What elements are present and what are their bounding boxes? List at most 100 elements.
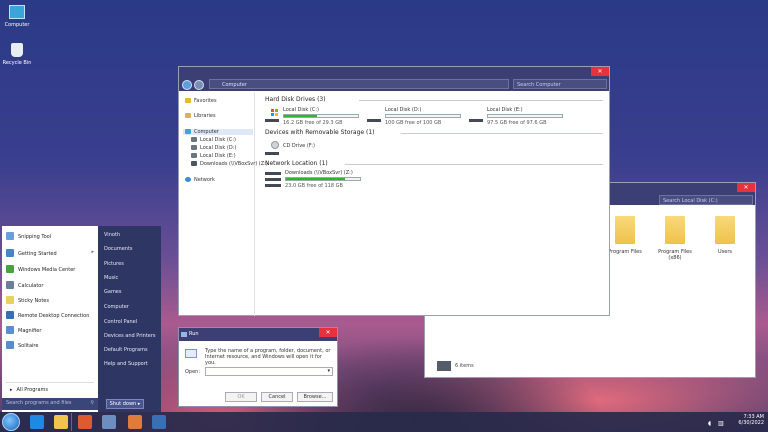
start-menu-places: Vinoth Documents Pictures Music Games Co… — [98, 226, 161, 412]
folder-label: Program Files (x86) — [658, 249, 692, 261]
navigation-pane: Favorites Libraries Computer Local Disk … — [179, 92, 268, 316]
cards-icon — [6, 341, 14, 349]
drive-icon — [191, 153, 197, 158]
start-right-devices-printers[interactable]: Devices and Printers — [104, 333, 156, 339]
start-search-input[interactable]: Search programs and files ⚲ — [2, 398, 98, 410]
drive-icon — [265, 152, 279, 155]
internet-explorer-icon[interactable] — [30, 415, 44, 429]
ok-button[interactable]: OK — [225, 392, 257, 402]
close-button[interactable]: ✕ — [591, 67, 609, 76]
nav-item-downloads-z[interactable]: Downloads (\\VBoxSvr) (Z:) — [191, 161, 268, 167]
run-dialog: Run ✕ Type the name of a program, folder… — [178, 327, 338, 407]
nav-item-libraries[interactable]: Libraries — [185, 113, 216, 119]
drive-usage-fill — [286, 178, 346, 180]
start-right-control-panel[interactable]: Control Panel — [104, 319, 137, 325]
address-bar[interactable]: Computer — [209, 79, 509, 89]
app-icon[interactable] — [128, 415, 142, 429]
nav-item-computer[interactable]: Computer — [183, 129, 253, 135]
start-item-getting-started[interactable]: Getting Started ▸ — [6, 249, 96, 257]
drive-icon — [191, 137, 197, 142]
browse-button[interactable]: Browse... — [297, 392, 333, 402]
start-right-pictures[interactable]: Pictures — [104, 261, 124, 267]
back-button[interactable] — [182, 80, 192, 90]
group-header-removable-storage: Devices with Removable Storage (1) — [265, 129, 375, 136]
open-input[interactable]: ▾ — [205, 367, 333, 376]
group-divider — [359, 100, 603, 101]
shutdown-button[interactable]: Shut down ▸ — [106, 399, 144, 409]
divider — [6, 382, 94, 383]
start-right-computer[interactable]: Computer — [104, 304, 129, 310]
drive-cd-f[interactable]: CD Drive (F:) — [265, 141, 365, 157]
network-drive-icon — [265, 172, 281, 175]
network-drive-icon — [265, 178, 281, 181]
drive-local-disk-c[interactable]: Local Disk (C:) 16.2 GB free of 29.3 GB — [265, 107, 365, 127]
drive-icon — [437, 361, 451, 371]
remote-desktop-icon[interactable] — [152, 415, 166, 429]
taskbar-divider — [71, 413, 72, 431]
search-input[interactable]: Search Local Disk (C:) — [659, 195, 753, 205]
speaker-icon[interactable]: ◖ — [708, 420, 711, 427]
start-item-magnifier[interactable]: Magnifier — [6, 326, 41, 334]
start-right-default-programs[interactable]: Default Programs — [104, 347, 148, 353]
start-button[interactable] — [2, 413, 20, 431]
run-icon — [181, 332, 187, 337]
search-icon: ⚲ — [90, 400, 94, 406]
nav-item-local-disk-c[interactable]: Local Disk (C:) — [191, 137, 236, 143]
forward-button[interactable] — [194, 80, 204, 90]
scissors-icon — [6, 232, 14, 240]
start-item-sticky-notes[interactable]: Sticky Notes — [6, 296, 96, 304]
nav-item-favorites[interactable]: Favorites — [185, 98, 217, 104]
nav-item-local-disk-e[interactable]: Local Disk (E:) — [191, 153, 236, 159]
start-item-calculator[interactable]: Calculator — [6, 281, 43, 289]
start-menu-programs: Snipping Tool Getting Started ▸ Windows M… — [2, 226, 98, 412]
start-item-remote-desktop[interactable]: Remote Desktop Connection — [6, 311, 89, 319]
chevron-right-icon: ▸ — [137, 401, 141, 407]
drive-icon — [367, 119, 381, 122]
start-right-user[interactable]: Vinoth — [104, 232, 120, 238]
desktop-icon-label: Computer — [4, 22, 30, 28]
open-label: Open: — [185, 369, 201, 375]
file-explorer-icon[interactable] — [54, 415, 68, 429]
close-button[interactable]: ✕ — [737, 183, 755, 192]
drive-downloads-z[interactable]: Downloads (\\VBoxSvr) (Z:) 23.0 GB free … — [265, 170, 385, 190]
folder-program-files-x86[interactable] — [665, 216, 685, 244]
start-right-games[interactable]: Games — [104, 289, 122, 295]
folder-program-files[interactable] — [615, 216, 635, 244]
search-input[interactable]: Search Computer — [513, 79, 607, 89]
drive-icon — [191, 145, 197, 150]
drive-local-disk-e[interactable]: Local Disk (E:) 97.5 GB free of 97.6 GB — [469, 107, 569, 127]
clock-date: 6/30/2022 — [738, 420, 764, 426]
nav-item-local-disk-d[interactable]: Local Disk (D:) — [191, 145, 236, 151]
all-programs-button[interactable]: ▸ All Programs — [10, 387, 48, 393]
group-divider — [345, 164, 603, 165]
desktop-icon-recycle-bin[interactable]: Recycle Bin — [0, 43, 34, 66]
start-item-solitaire[interactable]: Solitaire — [6, 341, 38, 349]
media-player-icon[interactable] — [78, 415, 92, 429]
folder-icon — [715, 216, 735, 244]
cancel-button[interactable]: Cancel — [261, 392, 293, 402]
clock[interactable]: 7:33 AM 6/30/2022 — [730, 414, 764, 426]
folder-label: Users — [717, 249, 732, 255]
chevron-down-icon[interactable]: ▾ — [327, 368, 330, 374]
start-right-documents[interactable]: Documents — [104, 246, 133, 252]
start-item-snipping-tool[interactable]: Snipping Tool — [6, 232, 51, 240]
drive-icon — [265, 119, 279, 122]
address-bar-text: Computer — [222, 82, 247, 88]
start-right-music[interactable]: Music — [104, 275, 118, 281]
run-description: Type the name of a program, folder, docu… — [205, 348, 331, 366]
desktop-icon-label: Recycle Bin — [2, 60, 32, 66]
calculator-icon — [6, 281, 14, 289]
drive-local-disk-d[interactable]: Local Disk (D:) 100 GB free of 100 GB — [367, 107, 467, 127]
start-item-media-center[interactable]: Windows Media Center — [6, 265, 75, 273]
close-button[interactable]: ✕ — [319, 328, 337, 337]
desktop-icon-computer[interactable]: Computer — [0, 5, 34, 28]
group-divider — [401, 133, 603, 134]
network-tray-icon[interactable]: ▥ — [718, 420, 724, 427]
folder-users[interactable] — [715, 216, 735, 244]
start-right-help-support[interactable]: Help and Support — [104, 361, 148, 367]
paint-icon[interactable] — [102, 415, 116, 429]
status-bar-item-count: 6 items — [455, 363, 474, 369]
nav-item-network[interactable]: Network — [185, 177, 215, 183]
drive-icon — [469, 119, 483, 122]
cd-icon — [271, 141, 279, 149]
